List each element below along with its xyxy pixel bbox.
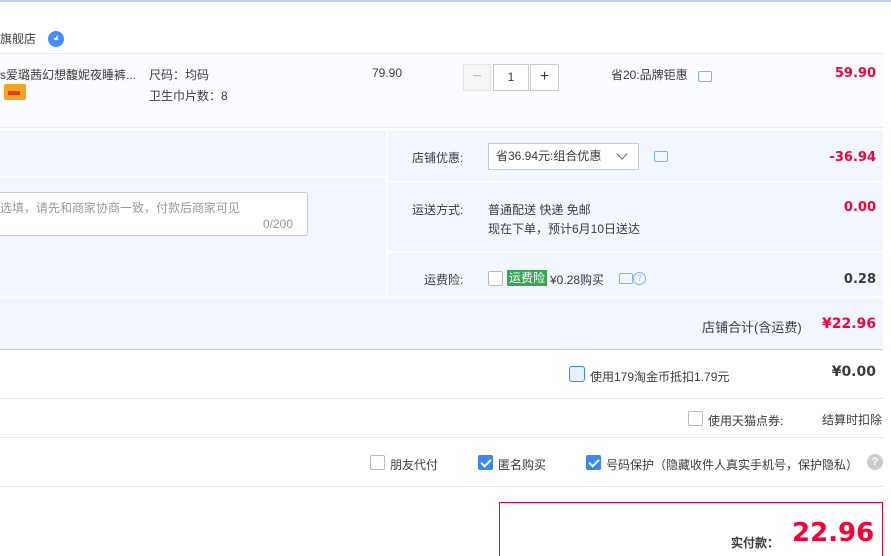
wangwang-chat-icon[interactable]: ◕ [48, 31, 64, 47]
item-pad-count: 卫生巾片数：8 [149, 89, 228, 103]
shipping-eta: 现在下单，预计6月10日送达 [488, 222, 641, 236]
taobao-coin-checkbox[interactable] [569, 366, 585, 382]
friend-pay-label: 朋友代付 [390, 458, 439, 472]
freight-insurance-tag: 运费险 [507, 270, 548, 286]
taobao-coin-label: 使用179淘金币抵扣1.79元 [590, 370, 730, 384]
shop-total-amount: ¥22.96 [821, 316, 876, 332]
pay-amount: 22.96 [792, 518, 875, 548]
buyer-message-placeholder: 选填，请先和商家协商一致，付款后商家可见 [0, 201, 241, 215]
shipping-label: 运送方式: [412, 203, 464, 217]
item-unit-price: 79.90 [372, 66, 403, 80]
anonymous-checkbox[interactable] [478, 455, 493, 470]
message-panel-top [0, 131, 386, 176]
divider [0, 437, 883, 438]
discount-comment-icon[interactable] [654, 151, 668, 162]
freight-insurance-price: ¥0.28购买 [550, 273, 605, 287]
item-title[interactable]: s爱璐茜幻想馥妮夜睡裤... [0, 66, 136, 83]
quantity-increase-button[interactable]: + [530, 64, 559, 91]
number-protect-help-icon[interactable]: ? [867, 454, 883, 470]
freight-insurance-amount: 0.28 [843, 272, 876, 287]
top-border [0, 0, 891, 2]
promo-comment-icon[interactable] [698, 71, 712, 82]
tmall-points-note: 结算时扣除 [822, 413, 883, 427]
anonymous-label: 匿名购买 [498, 458, 547, 472]
freight-insurance-label: 运费险: [424, 273, 464, 287]
shop-discount-select[interactable]: 省36.94元:组合优惠 [488, 143, 639, 170]
number-protect-label: 号码保护（隐藏收件人真实手机号，保护隐私） [606, 458, 859, 472]
shop-name[interactable]: 旗舰店 [0, 30, 36, 52]
taobao-coin-amount: ¥0.00 [831, 364, 876, 380]
order-item-row [0, 53, 883, 128]
tmall-points-checkbox[interactable] [688, 411, 703, 426]
shipping-amount: 0.00 [843, 200, 876, 215]
item-size: 尺码：均码 [149, 68, 210, 82]
friend-pay-checkbox[interactable] [370, 455, 385, 470]
freight-help-icon[interactable]: ? [633, 272, 646, 285]
freight-insurance-checkbox[interactable] [488, 271, 503, 286]
tmall-points-label: 使用天猫点券: [708, 414, 784, 428]
freight-comment-icon[interactable] [619, 273, 633, 284]
item-subtotal: 59.90 [834, 66, 876, 81]
shipping-method: 普通配送 快递 免邮 [488, 203, 591, 217]
buyer-message-count: 0/200 [263, 217, 294, 231]
divider [0, 486, 883, 487]
shop-discount-label: 店铺优惠: [412, 151, 464, 165]
item-promotion: 省20:品牌钜惠 [611, 68, 688, 82]
number-protect-checkbox[interactable] [586, 455, 601, 470]
quantity-input[interactable]: 1 [493, 64, 529, 91]
shop-discount-amount: -36.94 [829, 150, 876, 165]
credit-card-icon [4, 84, 26, 100]
divider [0, 398, 883, 399]
quantity-decrease-button[interactable]: − [463, 64, 491, 91]
pay-label: 实付款： [731, 536, 780, 550]
